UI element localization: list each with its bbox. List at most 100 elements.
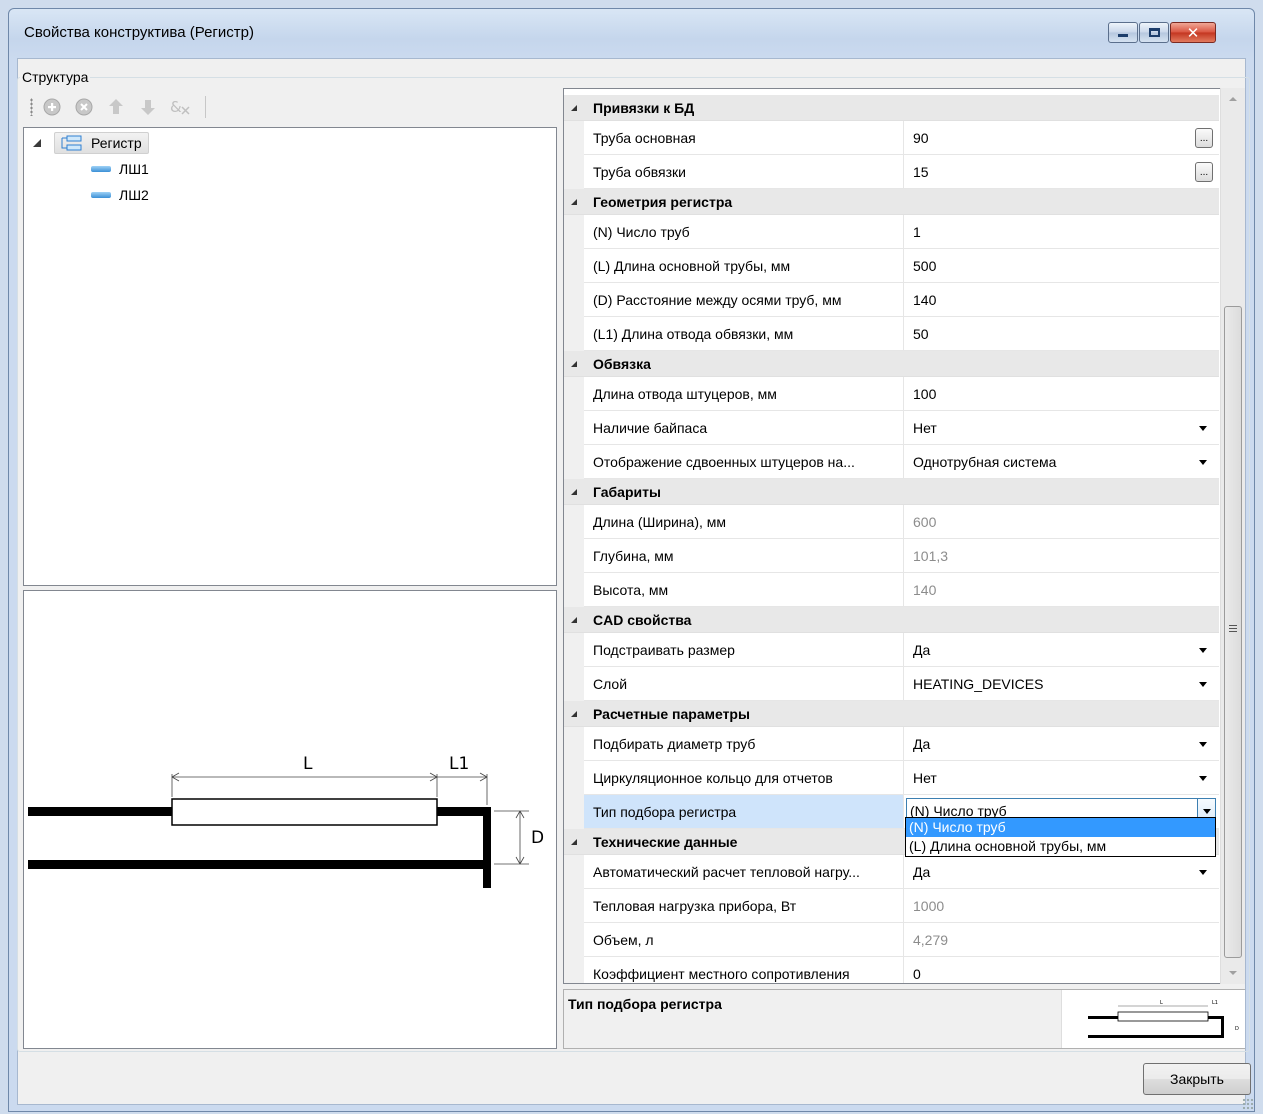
property-row[interactable]: Труба обвязки 15... <box>564 155 1219 189</box>
property-value[interactable]: 15... <box>904 155 1219 189</box>
property-value[interactable]: Нет <box>904 411 1219 445</box>
tree-node-child[interactable]: ЛШ1 <box>91 158 149 180</box>
property-name[interactable]: (N) Число труб <box>564 215 904 249</box>
remove-icon[interactable] <box>73 96 95 118</box>
property-row[interactable]: (N) Число труб 1 <box>564 215 1219 249</box>
title-bar[interactable]: Свойства конструктива (Регистр) ✕ <box>9 9 1254 59</box>
property-row[interactable]: Наличие байпаса Нет <box>564 411 1219 445</box>
property-name[interactable]: (L1) Длина отвода обвязки, мм <box>564 317 904 351</box>
collapse-arrow-icon[interactable] <box>564 199 584 205</box>
property-name[interactable]: Тип подбора регистра <box>564 795 904 829</box>
property-value[interactable]: HEATING_DEVICES <box>904 667 1219 701</box>
property-row[interactable]: Подбирать диаметр труб Да <box>564 727 1219 761</box>
browse-button[interactable]: ... <box>1195 128 1213 148</box>
collapse-arrow-icon[interactable] <box>564 711 584 717</box>
property-row[interactable]: Автоматический расчет тепловой нагру... Д… <box>564 855 1219 889</box>
rename-icon[interactable]: & <box>169 96 191 118</box>
property-name[interactable]: (L) Длина основной трубы, мм <box>564 249 904 283</box>
dropdown-option[interactable]: (L) Длина основной трубы, мм <box>906 837 1215 856</box>
property-name[interactable]: Труба обвязки <box>564 155 904 189</box>
chevron-down-icon[interactable] <box>1199 648 1207 653</box>
chevron-down-icon[interactable] <box>1199 426 1207 431</box>
property-value[interactable]: 1 <box>904 215 1219 249</box>
property-name[interactable]: (D) Расстояние между осями труб, мм <box>564 283 904 317</box>
property-row[interactable]: (L1) Длина отвода обвязки, мм 50 <box>564 317 1219 351</box>
collapse-arrow-icon[interactable] <box>564 361 584 367</box>
category-header[interactable]: CAD свойства <box>564 607 1219 633</box>
property-row[interactable]: Тепловая нагрузка прибора, Вт 1000 <box>564 889 1219 923</box>
collapse-arrow-icon[interactable] <box>564 105 584 111</box>
chevron-down-icon[interactable] <box>1199 460 1207 465</box>
property-row[interactable]: Отображение сдвоенных штуцеров на... Одно… <box>564 445 1219 479</box>
move-up-icon[interactable] <box>105 96 127 118</box>
category-header[interactable]: Геометрия регистра <box>564 189 1219 215</box>
property-name[interactable]: Слой <box>564 667 904 701</box>
chevron-down-icon[interactable] <box>1199 776 1207 781</box>
add-icon[interactable] <box>41 96 63 118</box>
scrollbar-thumb[interactable] <box>1224 306 1242 958</box>
category-header[interactable]: Расчетные параметры <box>564 701 1219 727</box>
resize-grip-icon[interactable] <box>1242 1098 1254 1110</box>
tree-node-child[interactable]: ЛШ2 <box>91 184 149 206</box>
property-name[interactable]: Высота, мм <box>564 573 904 607</box>
property-row[interactable]: Высота, мм 140 <box>564 573 1219 607</box>
collapse-arrow-icon[interactable] <box>564 489 584 495</box>
property-name[interactable]: Тепловая нагрузка прибора, Вт <box>564 889 904 923</box>
property-row[interactable]: (L) Длина основной трубы, мм 500 <box>564 249 1219 283</box>
property-row[interactable]: Слой HEATING_DEVICES <box>564 667 1219 701</box>
property-row[interactable]: Объем, л 4,279 <box>564 923 1219 957</box>
property-name[interactable]: Коэффициент местного сопротивления <box>564 957 904 983</box>
property-row[interactable]: Циркуляционное кольцо для отчетов Нет <box>564 761 1219 795</box>
property-value[interactable]: Да <box>904 633 1219 667</box>
property-name[interactable]: Отображение сдвоенных штуцеров на... <box>564 445 904 479</box>
property-value[interactable]: 50 <box>904 317 1219 351</box>
property-name[interactable]: Длина отвода штуцеров, мм <box>564 377 904 411</box>
property-value[interactable]: 90... <box>904 121 1219 155</box>
category-header[interactable]: Обвязка <box>564 351 1219 377</box>
tree-collapse-arrow-icon[interactable] <box>33 139 41 147</box>
property-value[interactable]: 0 <box>904 957 1219 983</box>
property-name[interactable]: Наличие байпаса <box>564 411 904 445</box>
property-name[interactable]: Автоматический расчет тепловой нагру... <box>564 855 904 889</box>
property-row[interactable]: Подстраивать размер Да <box>564 633 1219 667</box>
browse-button[interactable]: ... <box>1195 162 1213 182</box>
close-button[interactable]: Закрыть <box>1143 1063 1251 1095</box>
property-row[interactable]: Коэффициент местного сопротивления 0 <box>564 957 1219 983</box>
minimize-button[interactable] <box>1108 22 1138 43</box>
property-value[interactable]: Однотрубная система <box>904 445 1219 479</box>
property-value[interactable]: 100 <box>904 377 1219 411</box>
category-header[interactable]: Привязки к БД <box>564 95 1219 121</box>
property-name[interactable]: Длина (Ширина), мм <box>564 505 904 539</box>
property-value[interactable]: Нет <box>904 761 1219 795</box>
chevron-down-icon[interactable] <box>1199 870 1207 875</box>
scroll-down-arrow-icon[interactable] <box>1229 971 1237 975</box>
property-row[interactable]: Длина отвода штуцеров, мм 100 <box>564 377 1219 411</box>
toolbar-grip[interactable] <box>30 98 33 116</box>
property-name[interactable]: Циркуляционное кольцо для отчетов <box>564 761 904 795</box>
property-name[interactable]: Подбирать диаметр труб <box>564 727 904 761</box>
combo-dropdown-list[interactable]: (N) Число труб (L) Длина основной трубы,… <box>905 817 1216 857</box>
property-row[interactable]: (D) Расстояние между осями труб, мм 140 <box>564 283 1219 317</box>
property-value[interactable]: Да <box>904 727 1219 761</box>
chevron-down-icon[interactable] <box>1199 682 1207 687</box>
property-name[interactable]: Труба основная <box>564 121 904 155</box>
scroll-up-arrow-icon[interactable] <box>1229 97 1237 101</box>
dropdown-option[interactable]: (N) Число труб <box>906 818 1215 837</box>
close-window-button[interactable]: ✕ <box>1170 22 1216 43</box>
property-row[interactable]: Труба основная 90... <box>564 121 1219 155</box>
property-value[interactable]: Да <box>904 855 1219 889</box>
property-row[interactable]: Глубина, мм 101,3 <box>564 539 1219 573</box>
move-down-icon[interactable] <box>137 96 159 118</box>
property-name[interactable]: Подстраивать размер <box>564 633 904 667</box>
property-value[interactable]: 140 <box>904 283 1219 317</box>
structure-tree[interactable]: Регистр ЛШ1 ЛШ2 <box>23 127 557 586</box>
property-name[interactable]: Глубина, мм <box>564 539 904 573</box>
property-name[interactable]: Объем, л <box>564 923 904 957</box>
property-grid-scrollbar[interactable] <box>1220 88 1245 984</box>
property-row[interactable]: Длина (Ширина), мм 600 <box>564 505 1219 539</box>
chevron-down-icon[interactable] <box>1199 742 1207 747</box>
collapse-arrow-icon[interactable] <box>564 839 584 845</box>
property-value[interactable]: 500 <box>904 249 1219 283</box>
maximize-button[interactable] <box>1139 22 1169 43</box>
tree-node-root[interactable]: Регистр <box>54 132 149 154</box>
